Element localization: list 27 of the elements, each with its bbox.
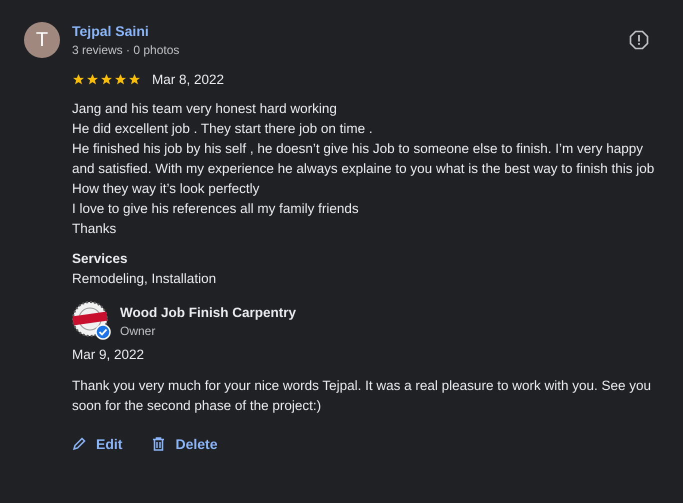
star-icon [100, 73, 113, 86]
reply-text: Thank you very much for your nice words Tejpal. It was a real pleasure to work with you. See you soon for the second phase of the project:) [72, 377, 652, 415]
delete-button[interactable]: Delete [142, 428, 228, 460]
review-text-line: I love to give his references all my family friends [72, 200, 360, 218]
star-icon [128, 73, 141, 86]
business-name: Wood Job Finish Carpentry [120, 304, 296, 320]
review-text-line: He did excellent job . They start there job on time . [72, 120, 374, 138]
review-text-line: He finished his job by his self , he doesn’t give his Job to someone else to finish. I’m very happy and satisfied. With my experience he always explaine to you what is the best way to finish this job [72, 140, 656, 178]
reply-date: Mar 9, 2022 [72, 347, 146, 362]
pencil-icon [72, 437, 86, 451]
star-icon [72, 73, 85, 86]
owner-label: Owner [120, 324, 156, 338]
reviewer-stats: 3 reviews · 0 photos [72, 43, 180, 57]
trash-icon [152, 437, 166, 451]
reviewer-name[interactable]: Tejpal Saini [72, 23, 617, 39]
review-text-line: Jang and his team very honest hard working [72, 100, 338, 118]
review-text-line: Thanks [72, 220, 118, 238]
services-heading: Services [72, 250, 129, 268]
edit-button[interactable]: Edit [62, 428, 132, 460]
business-logo-icon [72, 301, 112, 341]
review-date: Mar 8, 2022 [152, 72, 224, 87]
star-icon [114, 73, 127, 86]
services-list: Remodeling, Installation [72, 269, 657, 289]
avatar: T [24, 22, 60, 58]
report-icon[interactable] [629, 30, 649, 50]
star-icon [86, 73, 99, 86]
review-text-line: How they way it’s look perfectly [72, 180, 260, 198]
